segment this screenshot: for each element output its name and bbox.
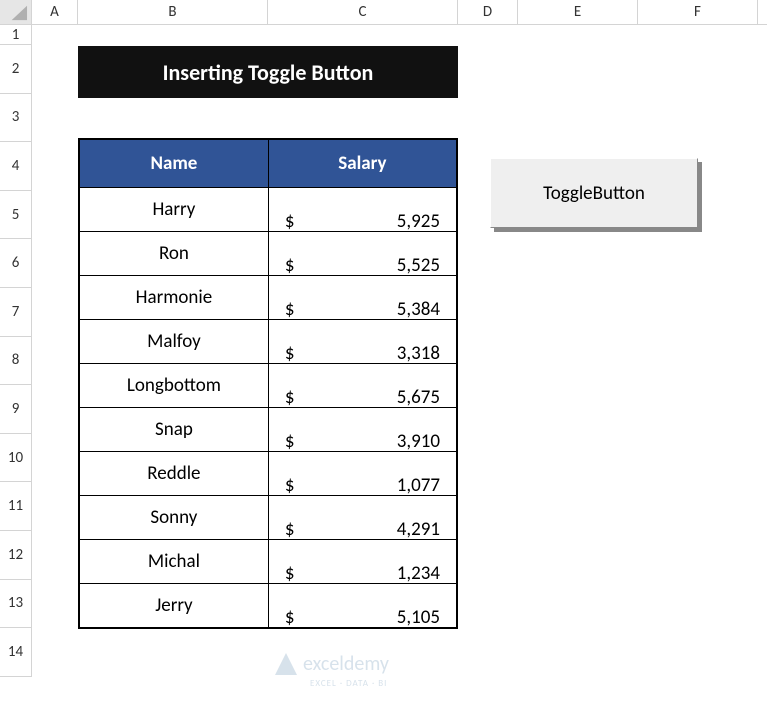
row-header-4[interactable]: 4: [0, 142, 32, 191]
currency-symbol: $: [285, 518, 295, 541]
row-header-10[interactable]: 10: [0, 434, 32, 483]
currency-symbol: $: [285, 474, 295, 497]
salary-value: 3,910: [397, 430, 440, 453]
salary-value: 4,291: [397, 518, 440, 541]
salary-cell[interactable]: $5,384: [268, 276, 457, 320]
row-header-9[interactable]: 9: [0, 385, 32, 434]
salary-table: Name Salary Harry$5,925Ron$5,525Harmonie…: [78, 138, 458, 629]
table-row[interactable]: Sonny$4,291: [79, 496, 457, 540]
salary-value: 5,675: [397, 386, 440, 409]
row-header-8[interactable]: 8: [0, 337, 32, 386]
watermark-subtext: EXCEL · DATA · BI: [310, 678, 387, 689]
salary-cell[interactable]: $4,291: [268, 496, 457, 540]
col-header-E[interactable]: E: [518, 0, 638, 24]
name-header[interactable]: Name: [79, 139, 268, 188]
salary-value: 1,077: [397, 474, 440, 497]
name-cell[interactable]: Snap: [79, 408, 268, 452]
name-cell[interactable]: Malfoy: [79, 320, 268, 364]
salary-value: 1,234: [397, 562, 440, 585]
table-row[interactable]: Harry$5,925: [79, 188, 457, 232]
salary-value: 3,318: [397, 342, 440, 365]
column-headers: A B C D E F: [0, 0, 767, 25]
name-cell[interactable]: Reddle: [79, 452, 268, 496]
col-header-F[interactable]: F: [638, 0, 758, 24]
name-cell[interactable]: Harry: [79, 188, 268, 232]
table-row[interactable]: Jerry$5,105: [79, 584, 457, 629]
col-header-D[interactable]: D: [458, 0, 518, 24]
name-cell[interactable]: Harmonie: [79, 276, 268, 320]
salary-value: 5,105: [397, 606, 440, 629]
name-cell[interactable]: Ron: [79, 232, 268, 276]
table-row[interactable]: Malfoy$3,318: [79, 320, 457, 364]
row-header-13[interactable]: 13: [0, 580, 32, 629]
col-header-A[interactable]: A: [32, 0, 78, 24]
salary-cell[interactable]: $5,525: [268, 232, 457, 276]
name-cell[interactable]: Jerry: [79, 584, 268, 629]
table-row[interactable]: Longbottom$5,675: [79, 364, 457, 408]
watermark-text: exceldemy: [303, 652, 389, 676]
currency-symbol: $: [285, 342, 295, 365]
salary-cell[interactable]: $5,105: [268, 584, 457, 629]
name-cell[interactable]: Michal: [79, 540, 268, 584]
col-header-B[interactable]: B: [78, 0, 268, 24]
row-header-12[interactable]: 12: [0, 531, 32, 580]
row-header-6[interactable]: 6: [0, 239, 32, 288]
salary-value: 5,384: [397, 298, 440, 321]
select-all-corner[interactable]: [0, 0, 32, 25]
currency-symbol: $: [285, 298, 295, 321]
table-row[interactable]: Snap$3,910: [79, 408, 457, 452]
currency-symbol: $: [285, 430, 295, 453]
table-row[interactable]: Harmonie$5,384: [79, 276, 457, 320]
row-header-5[interactable]: 5: [0, 191, 32, 240]
row-header-14[interactable]: 14: [0, 628, 32, 677]
currency-symbol: $: [285, 562, 295, 585]
currency-symbol: $: [285, 210, 295, 233]
row-header-7[interactable]: 7: [0, 288, 32, 337]
col-header-C[interactable]: C: [268, 0, 458, 24]
row-header-3[interactable]: 3: [0, 94, 32, 143]
currency-symbol: $: [285, 386, 295, 409]
salary-cell[interactable]: $3,910: [268, 408, 457, 452]
table-row[interactable]: Michal$1,234: [79, 540, 457, 584]
toggle-button[interactable]: ToggleButton: [490, 158, 698, 228]
spreadsheet-grid: A B C D E F 1234567891011121314 Insertin…: [0, 0, 767, 708]
salary-cell[interactable]: $1,077: [268, 452, 457, 496]
salary-value: 5,525: [397, 254, 440, 277]
row-header-11[interactable]: 11: [0, 482, 32, 531]
salary-cell[interactable]: $5,925: [268, 188, 457, 232]
currency-symbol: $: [285, 254, 295, 277]
salary-value: 5,925: [397, 210, 440, 233]
salary-cell[interactable]: $3,318: [268, 320, 457, 364]
name-cell[interactable]: Sonny: [79, 496, 268, 540]
watermark-icon: [275, 653, 297, 675]
watermark: exceldemy: [275, 652, 389, 676]
table-row[interactable]: Ron$5,525: [79, 232, 457, 276]
salary-header[interactable]: Salary: [268, 139, 457, 188]
table-row[interactable]: Reddle$1,077: [79, 452, 457, 496]
name-cell[interactable]: Longbottom: [79, 364, 268, 408]
salary-cell[interactable]: $5,675: [268, 364, 457, 408]
row-header-1[interactable]: 1: [0, 25, 32, 45]
row-header-2[interactable]: 2: [0, 45, 32, 94]
currency-symbol: $: [285, 606, 295, 629]
salary-cell[interactable]: $1,234: [268, 540, 457, 584]
page-title: Inserting Toggle Button: [78, 46, 458, 98]
